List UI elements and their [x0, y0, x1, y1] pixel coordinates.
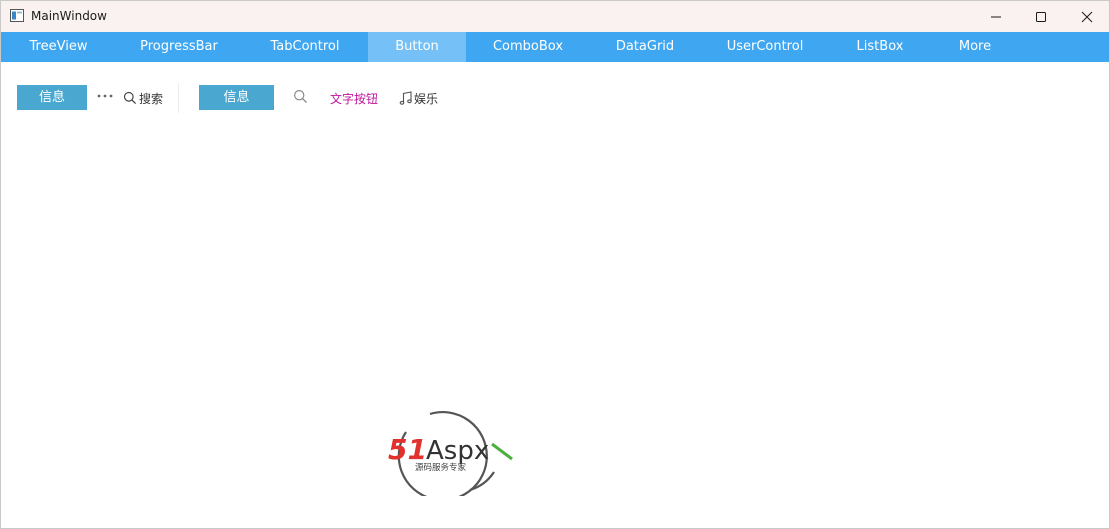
maximize-icon: [1036, 11, 1046, 22]
search-button[interactable]: 搜索: [123, 89, 163, 107]
button-demo-row: 信息 搜索 信息 文字按钮 娱乐: [1, 81, 1109, 113]
tab-progressbar[interactable]: ProgressBar: [116, 32, 242, 62]
tab-button[interactable]: Button: [368, 32, 466, 62]
tab-combobox[interactable]: ComboBox: [466, 32, 590, 62]
entertainment-button[interactable]: 娱乐: [399, 89, 438, 107]
separator: [178, 83, 179, 113]
maximize-button[interactable]: [1018, 1, 1064, 32]
window-title: MainWindow: [31, 9, 107, 23]
search-icon-button[interactable]: [293, 89, 308, 104]
watermark-logo: 51 Aspx 源码服务专家: [386, 402, 514, 502]
minimize-button[interactable]: [973, 1, 1019, 32]
magnifier-icon: [123, 91, 137, 105]
tab-more[interactable]: More: [930, 32, 1020, 62]
logo-word: Aspx: [426, 436, 489, 466]
ellipsis-icon[interactable]: [96, 89, 114, 103]
tab-datagrid[interactable]: DataGrid: [590, 32, 700, 62]
tab-tabcontrol[interactable]: TabControl: [242, 32, 368, 62]
search-label: 搜索: [139, 91, 164, 106]
info-button-2[interactable]: 信息: [199, 85, 274, 110]
logo-graphic: 51 Aspx 源码服务专家: [388, 411, 513, 502]
tab-usercontrol[interactable]: UserControl: [700, 32, 830, 62]
minimize-icon: [991, 16, 1001, 17]
info-button[interactable]: 信息: [17, 85, 87, 110]
window-app-icon: [10, 9, 24, 22]
text-button[interactable]: 文字按钮: [330, 90, 378, 107]
music-note-icon: [399, 90, 412, 105]
main-window: MainWindow TreeView ProgressBar TabContr…: [0, 0, 1110, 529]
close-icon: [1081, 11, 1093, 22]
logo-number: 51: [388, 433, 427, 466]
nav-bar: TreeView ProgressBar TabControl Button C…: [1, 32, 1109, 62]
title-bar[interactable]: MainWindow: [1, 1, 1109, 32]
entertainment-label: 娱乐: [414, 91, 439, 106]
tab-treeview[interactable]: TreeView: [1, 32, 116, 62]
close-button[interactable]: [1064, 1, 1109, 32]
tab-listbox[interactable]: ListBox: [830, 32, 930, 62]
logo-tagline: 源码服务专家: [415, 462, 467, 473]
